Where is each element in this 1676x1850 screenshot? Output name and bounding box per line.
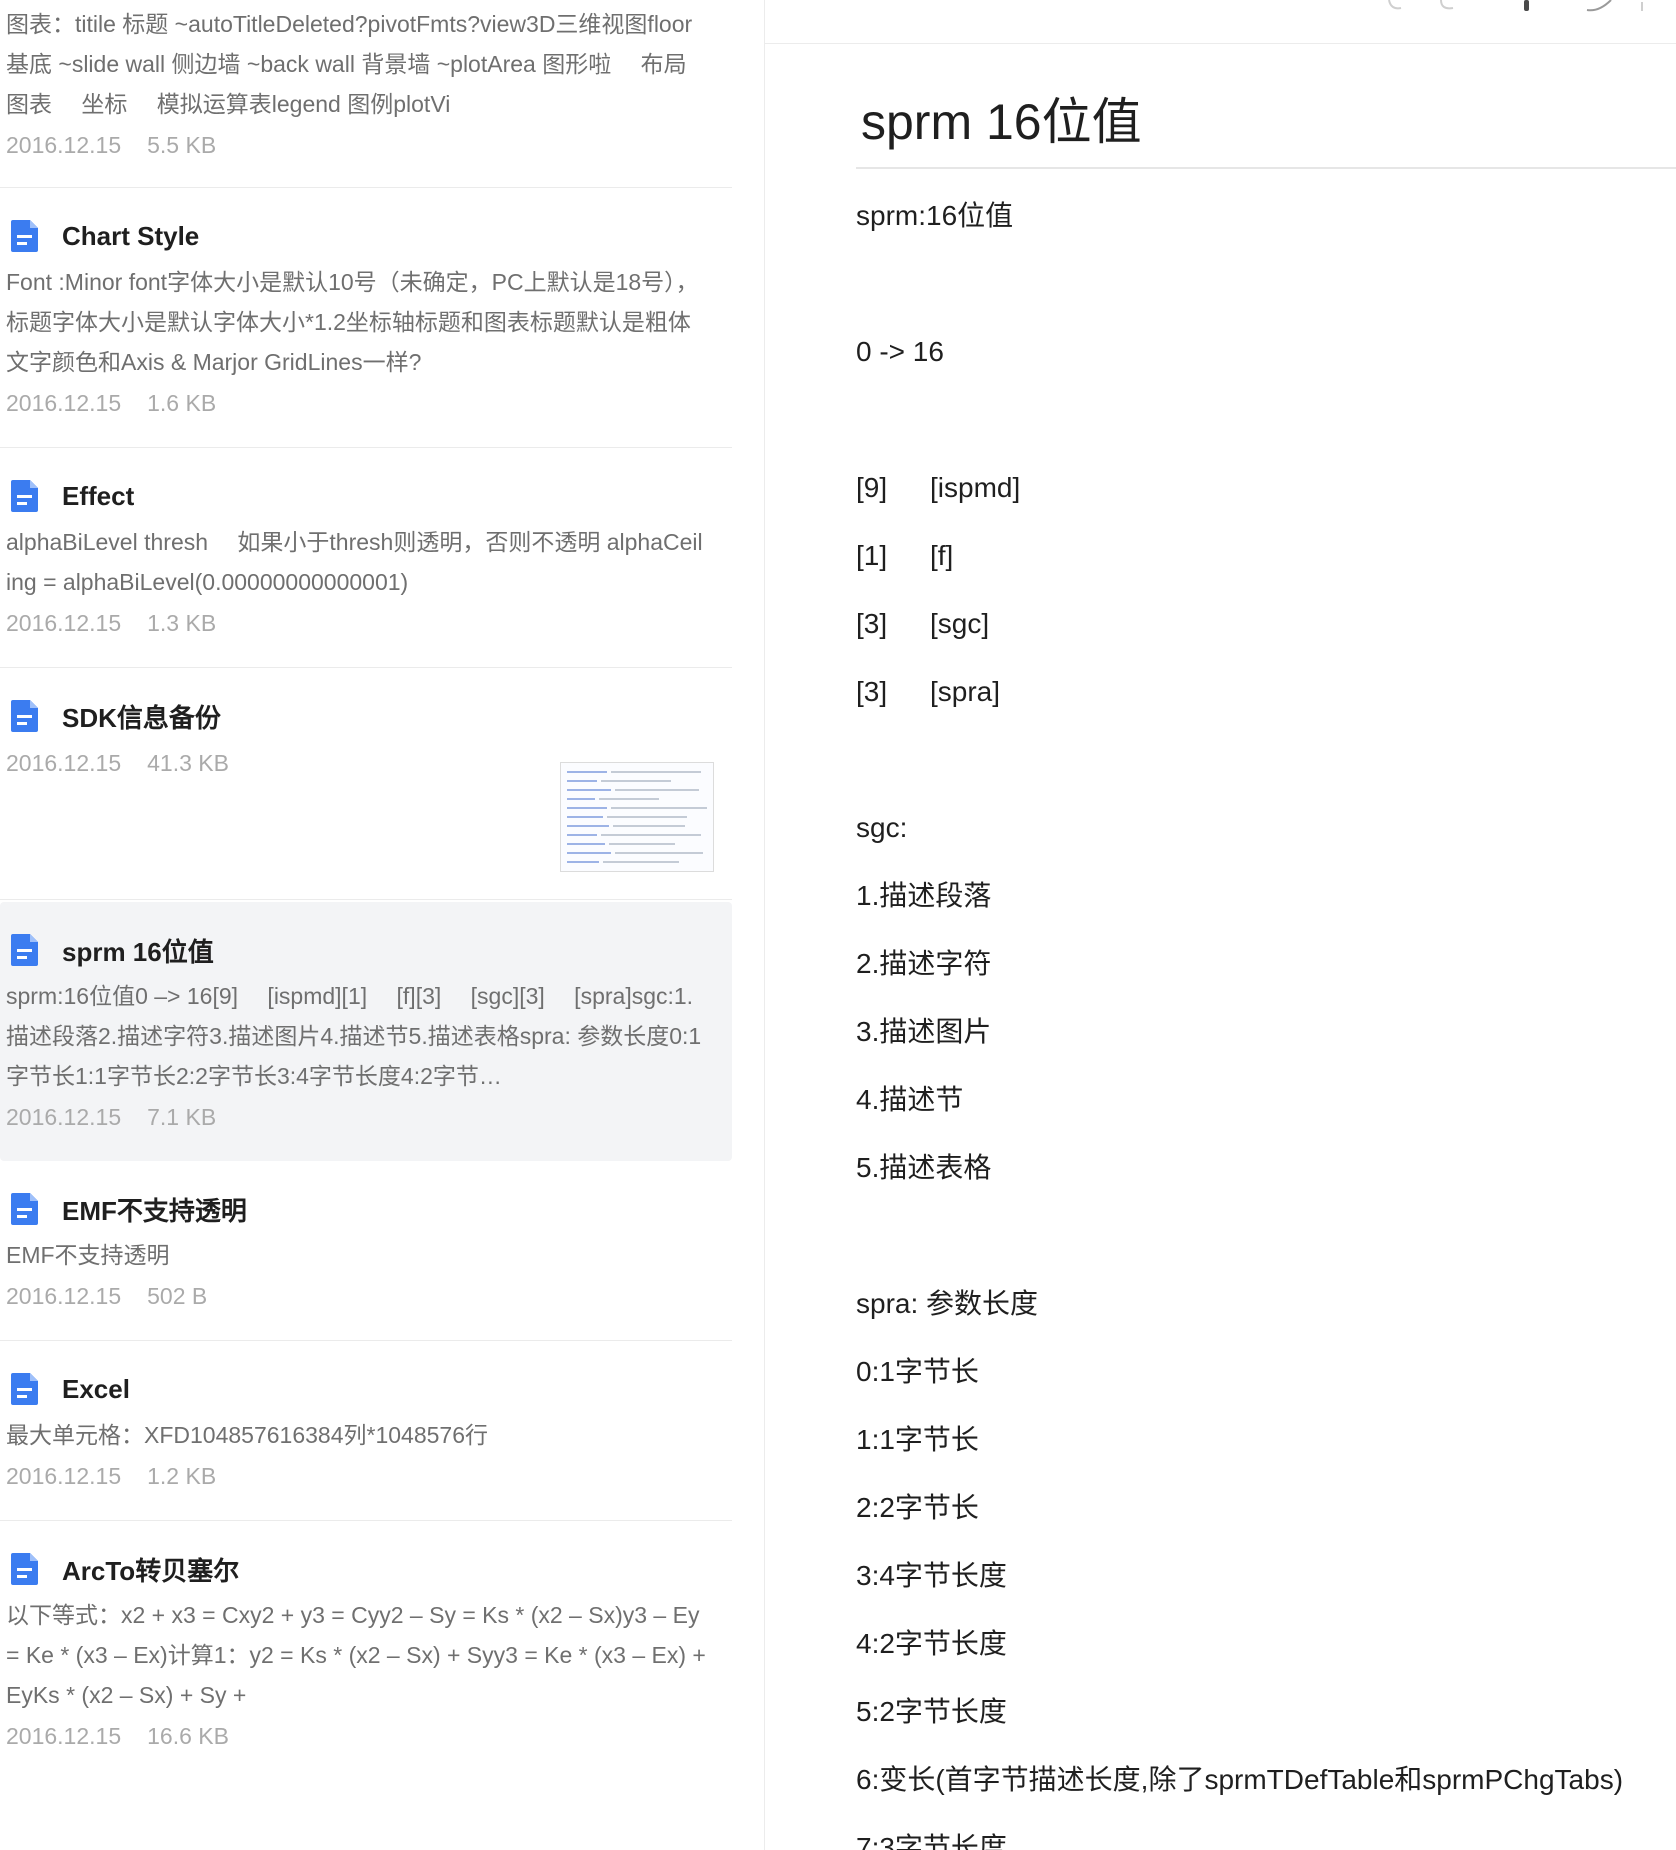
note-size: 5.5 KB xyxy=(147,132,217,158)
note-item[interactable]: EMF不支持透明 EMF不支持透明 2016.12.15 502 B xyxy=(0,1161,732,1341)
note-meta: 2016.12.15 1.3 KB xyxy=(6,610,708,667)
undo-icon[interactable] xyxy=(1385,0,1405,12)
note-size: 41.3 KB xyxy=(147,750,229,776)
note-title-heading[interactable]: sprm 16位值 xyxy=(861,82,1142,154)
note-meta: 2016.12.15 16.6 KB xyxy=(6,1723,708,1780)
document-icon xyxy=(10,1192,40,1226)
body-line: [1] [f] xyxy=(856,522,1676,590)
note-meta: 2016.12.15 1.6 KB xyxy=(6,390,708,447)
bit-count: [1] xyxy=(856,540,888,571)
note-date: 2016.12.15 xyxy=(6,1463,122,1489)
note-size: 7.1 KB xyxy=(147,1104,217,1130)
body-line: 6:变长(首字节描述长度,除了sprmTDefTable和sprmPChgTab… xyxy=(856,1764,1624,1795)
note-snippet: 以下等式：x2 + x3 = Cxy2 + y3 = Cyy2 – Sy = K… xyxy=(6,1602,706,1708)
note-title: Chart Style xyxy=(62,220,200,251)
note-snippet: Font :Minor font字体大小是默认10号（未确定，PC上默认是18号… xyxy=(6,269,699,375)
note-title: Effect xyxy=(62,480,135,511)
body-line: 3:4字节长度 xyxy=(856,1560,1007,1591)
note-date: 2016.12.15 xyxy=(6,1104,122,1130)
note-title: Excel xyxy=(62,1373,130,1404)
body-line: 3.描述图片 xyxy=(856,1016,992,1047)
document-icon xyxy=(10,479,40,513)
document-icon xyxy=(10,699,40,733)
note-snippet: sprm:16位值0 –> 16[9] [ispmd][1] [f][3] [s… xyxy=(6,983,702,1089)
info-icon[interactable] xyxy=(1523,0,1531,12)
note-item[interactable]: SDK信息备份 2016.12.15 41.3 KB xyxy=(0,668,732,900)
redo-icon[interactable] xyxy=(1437,0,1457,12)
field-name: [spra] xyxy=(930,676,1001,707)
body-blank-line xyxy=(856,726,1676,794)
note-date: 2016.12.15 xyxy=(6,1723,122,1749)
note-snippet: alphaBiLevel thresh 如果小于thresh则透明，否则不透明 … xyxy=(6,529,703,595)
note-item[interactable]: Chart Style Font :Minor font字体大小是默认10号（未… xyxy=(0,188,732,448)
field-name: [ispmd] xyxy=(930,472,1021,503)
note-date: 2016.12.15 xyxy=(6,1283,122,1309)
body-line: sprm:16位值 xyxy=(856,200,1014,231)
body-line: sgc: xyxy=(856,812,908,843)
note-body[interactable]: sprm:16位值 0 -> 16 [9] [ispmd] [1] [f] [3][… xyxy=(856,182,1676,1850)
field-name: [sgc] xyxy=(930,608,990,639)
note-item[interactable]: Effect alphaBiLevel thresh 如果小于thresh则透明… xyxy=(0,448,732,668)
note-size: 16.6 KB xyxy=(147,1723,229,1749)
editor-toolbar xyxy=(765,0,1676,44)
note-meta: 2016.12.15 1.2 KB xyxy=(6,1463,708,1520)
bit-count: [9] xyxy=(856,472,888,503)
body-line: 1:1字节长 xyxy=(856,1424,979,1455)
note-size: 1.2 KB xyxy=(147,1463,217,1489)
body-blank-line xyxy=(856,250,1676,318)
note-item[interactable]: Excel 最大单元格：XFD1048576​16384列*1048576行 2… xyxy=(0,1341,732,1521)
body-blank-line xyxy=(856,1202,1676,1270)
note-title: EMF不支持透明 xyxy=(62,1195,247,1226)
body-blank-line xyxy=(856,386,1676,454)
more-icon[interactable] xyxy=(1640,0,1644,12)
note-title: SDK信息备份 xyxy=(62,702,221,733)
note-title: ArcTo转贝塞尔 xyxy=(62,1555,240,1586)
body-line: 0:1字节长 xyxy=(856,1356,979,1387)
note-size: 1.3 KB xyxy=(147,610,217,636)
body-line: [3] [sgc] xyxy=(856,590,1676,658)
note-editor[interactable]: sprm 16位值 sprm:16位值 0 -> 16 [9] [ispmd] [… xyxy=(765,0,1676,1850)
body-line: 1.描述段落 xyxy=(856,880,992,911)
note-meta: 2016.12.15 7.1 KB xyxy=(6,1104,708,1161)
note-snippet: 图表：titile 标题 ~autoTitleDeleted?pivotFmts… xyxy=(6,11,706,117)
body-line: 7:3字节长度 xyxy=(856,1832,1007,1850)
body-line: 2:2字节长 xyxy=(856,1492,979,1523)
document-icon xyxy=(10,1372,40,1406)
note-snippet: 最大单元格：XFD1048576​16384列*1048576行 xyxy=(6,1422,488,1448)
field-name: [f] xyxy=(930,540,954,571)
note-title: sprm 16位值 xyxy=(62,936,214,967)
body-line: 4.描述节 xyxy=(856,1084,964,1115)
note-size: 502 B xyxy=(147,1283,208,1309)
body-line: 0 -> 16 xyxy=(856,336,944,367)
bit-count: [3] xyxy=(856,608,888,639)
note-meta: 2016.12.15 5.5 KB xyxy=(6,132,708,187)
body-line: [9] [ispmd] xyxy=(856,454,1676,522)
body-line: spra: 参数长度 xyxy=(856,1288,1039,1319)
note-date: 2016.12.15 xyxy=(6,610,122,636)
note-item[interactable]: ArcTo转贝塞尔 以下等式：x2 + x3 = Cxy2 + y3 = Cyy… xyxy=(0,1521,732,1780)
document-icon xyxy=(10,219,40,253)
body-line: 5.描述表格 xyxy=(856,1152,992,1183)
note-thumbnail xyxy=(560,762,714,872)
body-line: 4:2字节长度 xyxy=(856,1628,1007,1659)
bit-count: [3] xyxy=(856,676,888,707)
note-date: 2016.12.15 xyxy=(6,132,122,158)
note-meta: 2016.12.15 502 B xyxy=(6,1283,708,1340)
title-divider xyxy=(856,167,1676,169)
note-date: 2016.12.15 xyxy=(6,390,122,416)
note-snippet: EMF不支持透明 xyxy=(6,1242,170,1268)
note-size: 1.6 KB xyxy=(147,390,217,416)
note-date: 2016.12.15 xyxy=(6,750,122,776)
note-item[interactable]: 图表：titile 标题 ~autoTitleDeleted?pivotFmts… xyxy=(0,4,732,188)
note-list[interactable]: 图表：titile 标题 ~autoTitleDeleted?pivotFmts… xyxy=(0,0,732,1850)
body-line: 2.描述字符 xyxy=(856,948,992,979)
body-line: 5:2字节长度 xyxy=(856,1696,1007,1727)
note-item-selected[interactable]: sprm 16位值 sprm:16位值0 –> 16[9] [ispmd][1]… xyxy=(0,902,732,1161)
document-icon xyxy=(10,933,40,967)
body-line: [3] [spra] xyxy=(856,658,1676,726)
attachment-icon[interactable] xyxy=(1585,0,1615,12)
document-icon xyxy=(10,1552,40,1586)
